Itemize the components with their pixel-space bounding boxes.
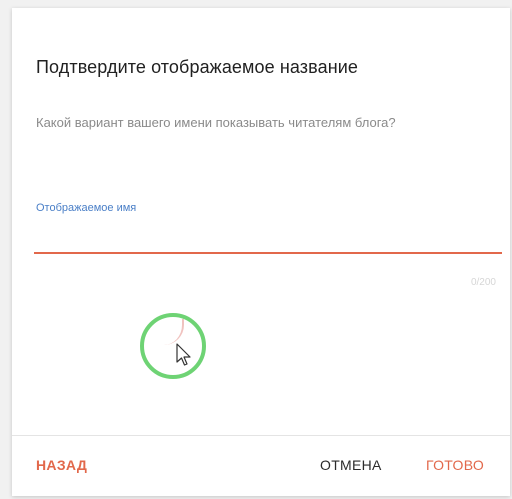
cursor-trail [164, 319, 184, 345]
mouse-pointer-icon [176, 343, 191, 366]
dialog-description: Какой вариант вашего имени показывать чи… [36, 115, 396, 130]
cancel-button[interactable]: ОТМЕНА [320, 457, 382, 473]
display-name-input[interactable] [34, 220, 502, 254]
done-button[interactable]: ГОТОВО [426, 457, 484, 473]
click-highlight-ring [140, 313, 206, 379]
display-name-label: Отображаемое имя [36, 202, 137, 214]
character-counter: 0/200 [470, 277, 496, 288]
confirm-display-name-dialog: Подтвердите отображаемое название Какой … [12, 8, 510, 496]
back-button[interactable]: НАЗАД [36, 457, 87, 473]
dialog-title: Подтвердите отображаемое название [36, 57, 359, 77]
footer-divider [12, 435, 510, 436]
